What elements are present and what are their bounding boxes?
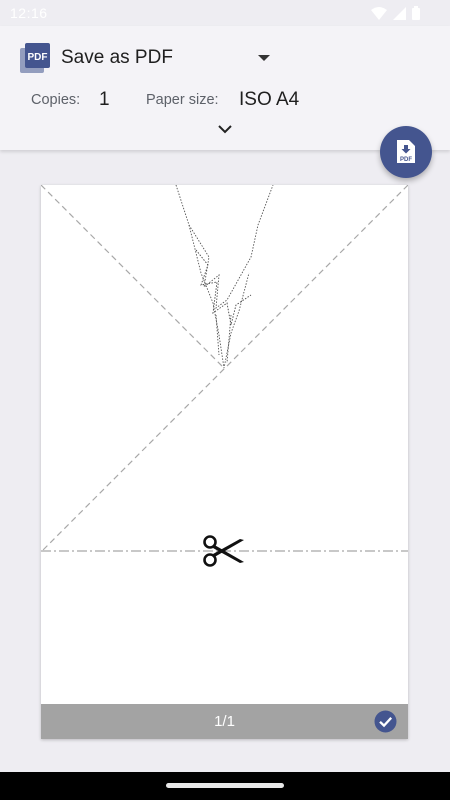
printer-name: Save as PDF [61, 47, 173, 68]
status-time: 12:16 [10, 5, 48, 21]
paper-size-label: Paper size: [146, 92, 219, 108]
print-options-header: PDF Save as PDF Copies: 1 Paper size: IS… [0, 26, 450, 150]
scissors-icon [203, 535, 244, 567]
paper-size-value[interactable]: ISO A4 [239, 89, 299, 111]
navigation-bar [0, 772, 450, 800]
fab-icon-text: PDF [400, 157, 412, 163]
save-pdf-button[interactable]: PDF [380, 126, 432, 178]
chevron-down-icon[interactable] [216, 122, 234, 136]
dropdown-arrow-icon[interactable] [258, 55, 270, 61]
page-indicator: 1/1 [214, 713, 235, 730]
status-bar: 12:16 [0, 0, 450, 26]
pdf-icon-text: PDF [28, 52, 48, 63]
page-preview[interactable]: 1/1 [41, 185, 408, 739]
battery-icon [412, 6, 420, 20]
signal-icon [393, 6, 406, 20]
pdf-document-icon: PDF [20, 43, 50, 73]
status-icons [371, 6, 420, 20]
download-pdf-icon: PDF [397, 140, 415, 163]
wifi-icon [371, 6, 387, 20]
copies-label: Copies: [31, 92, 81, 108]
page-footer: 1/1 [41, 704, 408, 739]
copies-value[interactable]: 1 [99, 89, 110, 111]
page-drawing [41, 185, 408, 553]
printer-selector[interactable]: Save as PDF [61, 46, 173, 70]
check-circle-icon[interactable] [374, 710, 397, 733]
home-handle[interactable] [166, 783, 284, 788]
